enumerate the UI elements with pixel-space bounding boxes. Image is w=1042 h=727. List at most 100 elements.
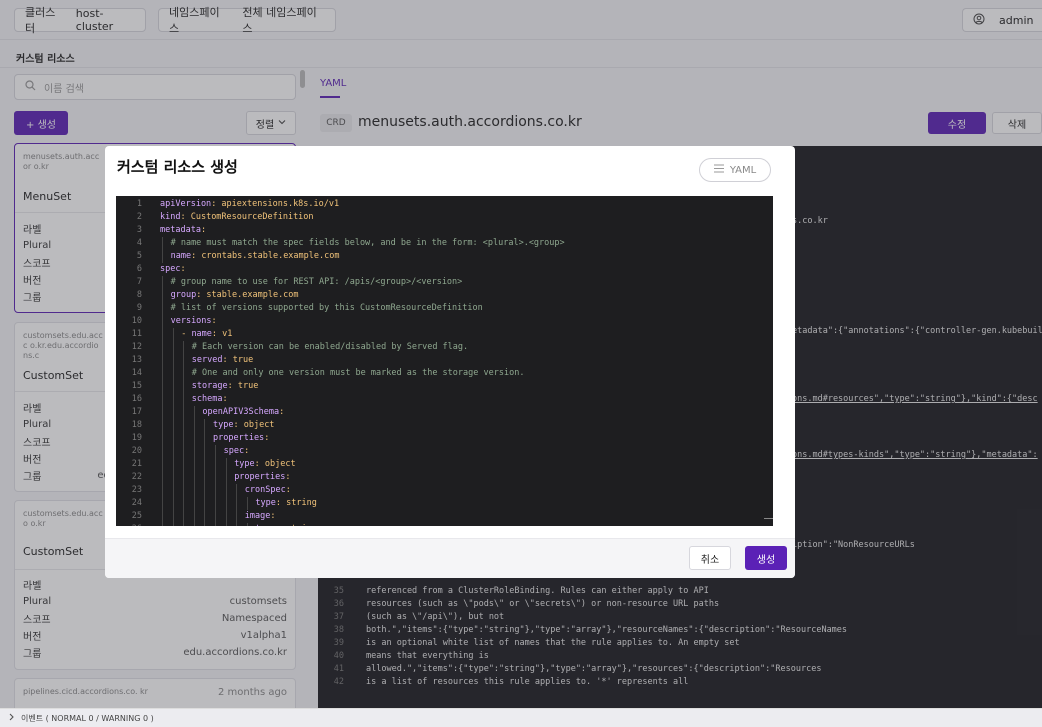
- code-text: kind: CustomResourceDefinition: [160, 211, 314, 224]
- line-number: 25: [131, 511, 142, 521]
- code-line: 17 openAPIV3Schema:: [116, 406, 773, 419]
- create-dialog: 커스텀 리소스 생성 YAML 1 apiVersion: apiextensio…: [105, 146, 795, 578]
- indent-guide: [215, 523, 216, 526]
- code-text: # One and only one version must be marke…: [192, 367, 525, 380]
- line-number: 22: [131, 472, 142, 482]
- code-text: storage: true: [192, 380, 259, 393]
- code-token: spec: [223, 446, 245, 456]
- indent-guide: [172, 471, 174, 484]
- code-text: spec:: [160, 263, 186, 276]
- line-number: 2: [136, 212, 142, 222]
- indent-guide: [172, 458, 174, 471]
- event-summary: 이벤트 ( NORMAL 0 / WARNING 0 ): [21, 713, 154, 723]
- indent-guide: [162, 458, 163, 471]
- code-token: type: [255, 498, 276, 508]
- code-line: 3 metadata:: [116, 224, 773, 237]
- code-token: versions: [170, 316, 212, 326]
- yaml-toggle-button[interactable]: YAML: [699, 158, 771, 182]
- indent-guide: [162, 393, 163, 406]
- indent-guide: [193, 445, 195, 458]
- indent-guide: [162, 419, 163, 432]
- indent-guide: [162, 510, 163, 523]
- code-token: # group name to use for REST API: /apis/…: [170, 277, 463, 287]
- code-text: cronSpec:: [245, 484, 291, 497]
- code-token: # name must match the spec fields below,…: [170, 238, 565, 248]
- indent-guide: [183, 341, 185, 354]
- indent-guide: [183, 445, 185, 458]
- indent-guide: [172, 367, 174, 380]
- code-text: name: crontabs.stable.example.com: [171, 250, 340, 263]
- yaml-toggle-label: YAML: [729, 164, 757, 176]
- code-line: 21 type: object: [116, 458, 773, 471]
- code-text: spec:: [224, 445, 250, 458]
- indent-guide: [183, 367, 185, 380]
- code-token: name: [191, 329, 212, 339]
- indent-guide: [193, 510, 195, 523]
- indent-guide: [204, 432, 206, 445]
- indent-guide: [162, 445, 163, 458]
- code-line: 24 type: string: [116, 497, 773, 510]
- code-text: group: stable.example.com: [171, 289, 299, 302]
- indent-guide: [183, 523, 185, 526]
- event-bar[interactable]: 이벤트 ( NORMAL 0 / WARNING 0 ): [0, 708, 1042, 727]
- indent-guide: [183, 510, 185, 523]
- yaml-editor[interactable]: 1 apiVersion: apiextensions.k8s.io/v1 2 kin…: [116, 196, 773, 526]
- indent-guide: [215, 458, 216, 471]
- indent-guide: [172, 354, 174, 367]
- indent-guide: [172, 393, 174, 406]
- indent-guide: [183, 458, 185, 471]
- indent-guide: [225, 523, 227, 526]
- indent-guide: [162, 315, 163, 328]
- indent-guide: [162, 289, 163, 302]
- indent-guide: [172, 432, 174, 445]
- indent-guide: [193, 458, 195, 471]
- code-token: # Each version can be enabled/disabled b…: [191, 342, 469, 352]
- code-token: :: [222, 394, 228, 404]
- indent-guide: [183, 471, 185, 484]
- code-text: # name must match the spec fields below,…: [171, 237, 565, 250]
- code-text: type: string: [255, 497, 316, 510]
- code-token: : v1: [211, 329, 233, 339]
- create-button[interactable]: 생성: [745, 546, 787, 570]
- indent-guide: [193, 523, 195, 526]
- line-number: 9: [136, 303, 142, 313]
- code-token: :: [279, 407, 285, 417]
- code-token: :: [285, 472, 291, 482]
- code-text: type: object: [234, 458, 295, 471]
- code-line: 12 # Each version can be enabled/disabled…: [116, 341, 773, 354]
- code-token: :: [264, 433, 270, 443]
- line-number: 4: [136, 238, 142, 248]
- code-line: 11 - name: v1: [116, 328, 773, 341]
- indent-guide: [162, 276, 163, 289]
- code-token: :: [200, 225, 207, 235]
- indent-guide: [193, 471, 195, 484]
- dialog-title: 커스텀 리소스 생성: [117, 158, 238, 176]
- line-number: 11: [131, 329, 142, 339]
- indent-guide: [162, 237, 163, 250]
- indent-guide: [215, 510, 216, 523]
- code-text: properties:: [234, 471, 290, 484]
- code-token: spec: [160, 264, 181, 274]
- code-token: # One and only one version must be marke…: [191, 368, 525, 378]
- code-token: name: [170, 251, 192, 261]
- line-number: 5: [136, 251, 142, 261]
- code-line: 5 name: crontabs.stable.example.com: [116, 250, 773, 263]
- code-text: served: true: [192, 354, 253, 367]
- cancel-button[interactable]: 취소: [689, 546, 731, 570]
- code-line: 4 # name must match the spec fields below…: [116, 237, 773, 250]
- indent-guide: [172, 419, 174, 432]
- chevron-right-icon: [8, 713, 15, 723]
- code-token: : stable.example.com: [196, 290, 299, 300]
- indent-guide: [172, 406, 174, 419]
- code-token: properties: [234, 472, 286, 482]
- indent-guide: [162, 484, 163, 497]
- code-line: 1 apiVersion: apiextensions.k8s.io/v1: [116, 198, 773, 211]
- code-token: type: [255, 524, 275, 526]
- code-token: :: [180, 264, 186, 274]
- code-line: 2 kind: CustomResourceDefinition: [116, 211, 773, 224]
- indent-guide: [162, 302, 163, 315]
- indent-guide: [183, 393, 185, 406]
- code-line: 8 group: stable.example.com: [116, 289, 773, 302]
- indent-guide: [172, 445, 174, 458]
- indent-guide: [162, 523, 163, 526]
